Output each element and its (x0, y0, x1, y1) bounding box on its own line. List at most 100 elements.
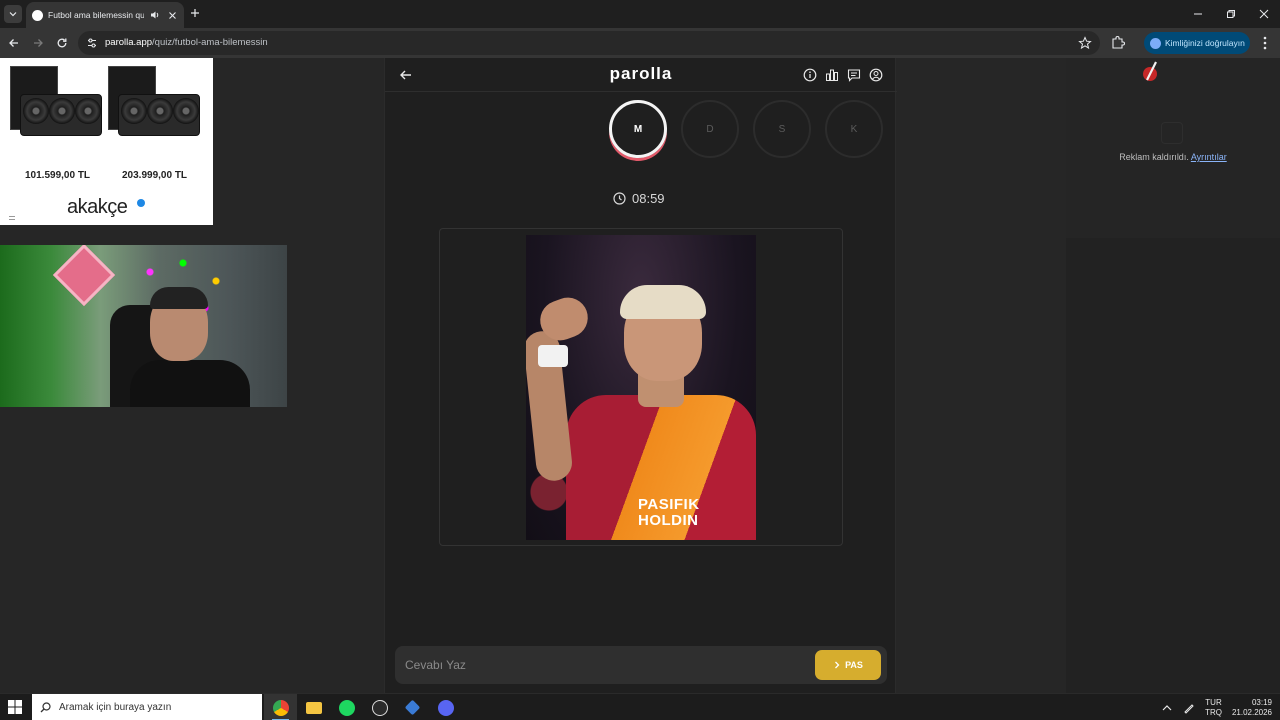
answer-bar: PAS (395, 646, 887, 684)
pass-label: PAS (845, 660, 863, 670)
language-indicator[interactable]: TUR TRQ (1205, 698, 1222, 718)
speaker-icon[interactable] (149, 9, 161, 21)
chevron-up-icon[interactable] (1161, 702, 1173, 714)
clock-date: 21.02.2026 (1231, 707, 1272, 717)
pass-button[interactable]: PAS (815, 650, 881, 680)
gpu-product-image[interactable] (104, 66, 200, 162)
system-tray: TUR TRQ 03:19 21.02.2026 (1161, 694, 1272, 720)
taskbar-search[interactable]: Aramak için buraya yazın (32, 694, 262, 720)
chrome-app[interactable] (264, 694, 297, 720)
obs-icon (371, 699, 388, 716)
feather-logo-icon (1143, 61, 1157, 81)
header-actions (803, 68, 883, 82)
account-icon[interactable] (869, 68, 883, 82)
screen: Futbol ama bilemessin quiz parolla.app/q… (0, 0, 1280, 720)
chevron-right-icon (835, 661, 840, 669)
right-ad-area: Reklam kaldırıldı. Ayrıntılar (1066, 58, 1280, 693)
jersey-sponsor-text: PASIFIK HOLDIN (638, 496, 700, 529)
url-path: /quiz/futbol-ama-bilemessin (152, 37, 268, 48)
ad-details-link[interactable]: Ayrıntılar (1191, 152, 1227, 162)
site-favicon-icon (32, 9, 43, 21)
window-controls (1181, 0, 1280, 28)
product-price: 203.999,00 TL (122, 170, 188, 181)
system-clock[interactable]: 03:19 21.02.2026 (1232, 698, 1272, 718)
browser-tab-bar: Futbol ama bilemessin quiz (0, 0, 1280, 28)
windows-icon[interactable] (8, 700, 22, 714)
kebab-menu-icon[interactable] (1258, 35, 1272, 51)
answer-input[interactable] (405, 656, 805, 674)
clock-icon (613, 192, 626, 205)
countdown-timer: 08:59 (613, 191, 665, 206)
plus-icon (191, 9, 199, 17)
browser-toolbar: parolla.app/quiz/futbol-ama-bilemessin K… (0, 28, 1280, 58)
minimize-icon (1193, 13, 1202, 15)
folder-icon (305, 701, 322, 714)
discord-app[interactable] (429, 694, 462, 720)
letter-circle-s[interactable]: S (753, 100, 811, 158)
obs-app[interactable] (363, 694, 396, 720)
taskbar-apps (264, 694, 462, 720)
verify-identity-button[interactable]: Kimliğinizi doğrulayın (1144, 32, 1250, 54)
tab-title: Futbol ama bilemessin quiz (48, 10, 144, 20)
letter-rounds: M D S K (609, 100, 883, 158)
gpu-product-image[interactable] (6, 66, 102, 162)
site-settings-icon[interactable] (86, 37, 98, 49)
back-button[interactable] (6, 35, 22, 51)
close-icon (1259, 9, 1268, 19)
verified-badge-icon (137, 199, 145, 207)
question-image-frame: PASIFIK HOLDIN (439, 228, 843, 546)
reload-button[interactable] (54, 35, 70, 51)
close-tab-icon[interactable] (166, 9, 178, 21)
spotify-app[interactable] (330, 694, 363, 720)
windows-taskbar: Aramak için buraya yazın TUR TRQ 03:19 2… (0, 693, 1280, 720)
ad-placeholder-icon (1161, 122, 1183, 144)
reload-icon (57, 38, 67, 48)
ad-choices-icon[interactable] (9, 216, 15, 220)
quiz-panel: parolla M D S K 08:59 PASIFIK HOLDIN Cev… (384, 58, 897, 693)
arrow-left-icon (9, 39, 18, 47)
discord-icon (437, 699, 454, 716)
file-explorer-app[interactable] (297, 694, 330, 720)
minimize-button[interactable] (1181, 0, 1214, 28)
ad-removed-message: Reklam kaldırıldı. Ayrıntılar (1066, 152, 1280, 162)
url-host: parolla.app (105, 37, 153, 48)
search-icon (40, 702, 51, 713)
puzzle-icon[interactable] (1110, 35, 1126, 51)
forward-button[interactable] (30, 35, 46, 51)
product-price: 101.599,00 TL (25, 170, 91, 181)
restore-button[interactable] (1214, 0, 1247, 28)
ad-removed-text: Reklam kaldırıldı. (1119, 152, 1189, 162)
pen-icon[interactable] (1183, 702, 1195, 714)
webcam-overlay (0, 245, 287, 407)
quiz-header: parolla (385, 58, 897, 92)
player-photo: PASIFIK HOLDIN (526, 235, 756, 540)
chrome-icon (272, 699, 289, 716)
taskbar-search-placeholder: Aramak için buraya yazın (59, 702, 172, 713)
letter-circle-d[interactable]: D (681, 100, 739, 158)
restore-icon (1226, 10, 1235, 18)
timer-value: 08:59 (632, 191, 665, 206)
message-icon[interactable] (847, 68, 861, 82)
info-icon[interactable] (803, 68, 817, 82)
wall-logo-panel (52, 245, 116, 307)
keyboard-layout: TRQ (1205, 707, 1222, 717)
new-tab-button[interactable] (188, 6, 202, 20)
address-bar[interactable]: parolla.app/quiz/futbol-ama-bilemessin (78, 31, 1100, 55)
letter-circle-m[interactable]: M (609, 100, 667, 158)
close-window-button[interactable] (1247, 0, 1280, 28)
chart-icon[interactable] (825, 68, 839, 82)
browser-tab-active[interactable]: Futbol ama bilemessin quiz (26, 2, 184, 28)
star-icon[interactable] (1078, 36, 1092, 50)
page-content: 101.599,00 TL 203.999,00 TL akakçe parol… (0, 58, 1280, 693)
app-diamond[interactable] (396, 694, 429, 720)
tab-search-button[interactable] (4, 5, 22, 23)
clock-time: 03:19 (1251, 697, 1272, 707)
removed-ad-slot: Reklam kaldırıldı. Ayrıntılar (1066, 58, 1280, 238)
diamond-app-icon (404, 699, 421, 716)
chevron-down-icon (9, 12, 17, 17)
left-ad-banner[interactable]: 101.599,00 TL 203.999,00 TL akakçe (0, 58, 213, 225)
letter-circle-k[interactable]: K (825, 100, 883, 158)
akakce-logo: akakçe (67, 196, 128, 218)
profile-avatar-icon (1150, 37, 1161, 49)
url-text: parolla.app/quiz/futbol-ama-bilemessin (105, 37, 268, 48)
